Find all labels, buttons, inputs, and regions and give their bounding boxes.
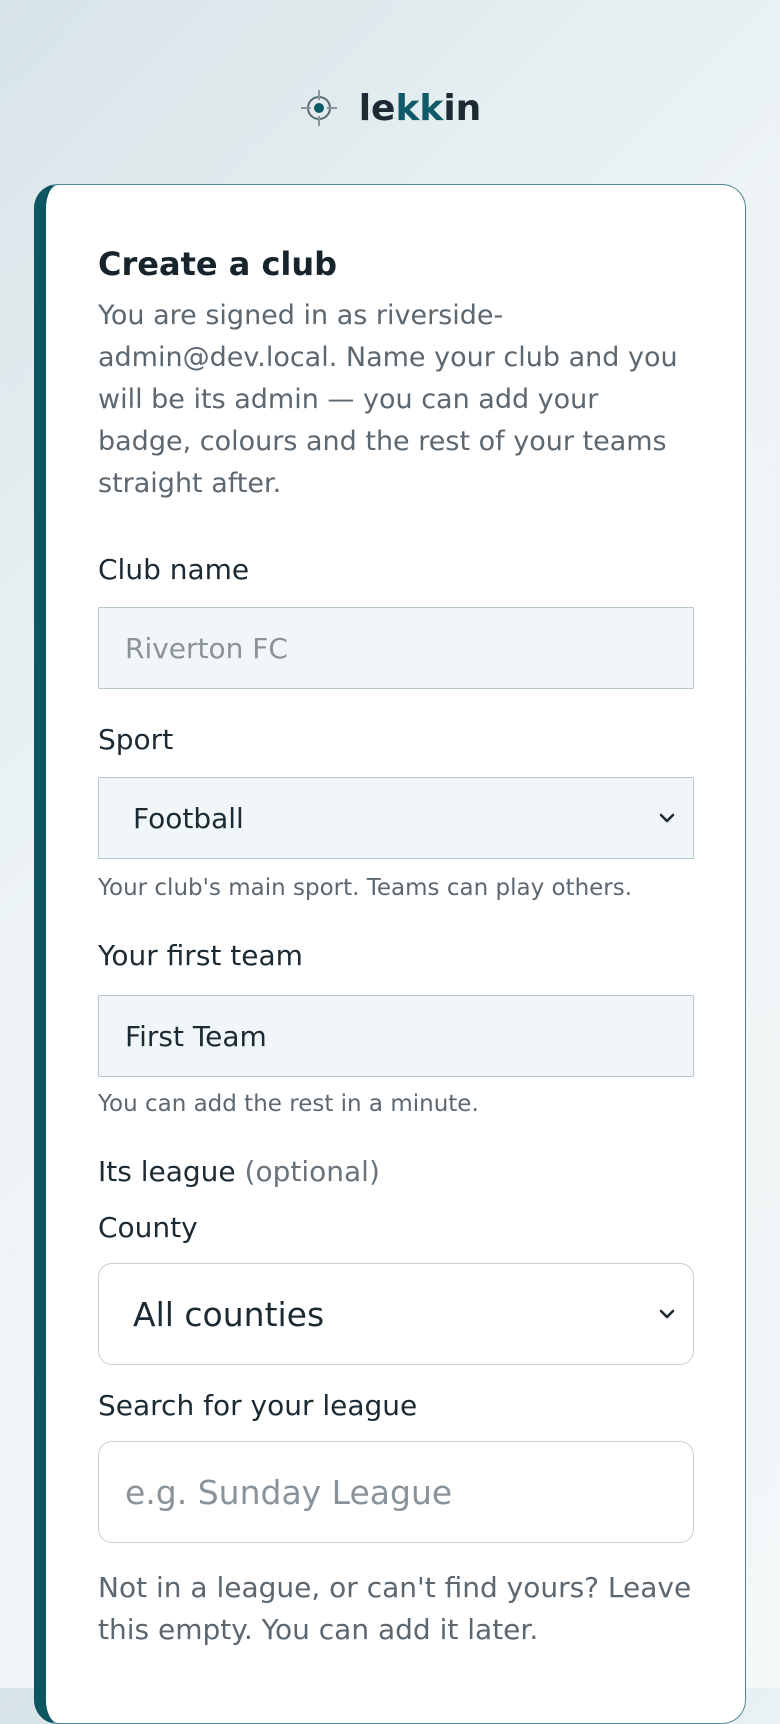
page-title: Create a club: [98, 245, 338, 283]
sport-select[interactable]: Football: [98, 777, 694, 859]
app-header: lekkin: [0, 78, 780, 138]
club-name-label: Club name: [98, 553, 250, 586]
first-team-label: Your first team: [98, 939, 303, 972]
crosshair-icon: [300, 90, 337, 126]
brand-accent: kk: [395, 87, 444, 129]
league-label-text: Its league: [98, 1155, 236, 1188]
optional-tag: (optional): [244, 1155, 380, 1188]
sport-selected-value: Football: [133, 801, 244, 835]
league-optional-note: Not in a league, or can't find yours? Le…: [98, 1571, 692, 1646]
club-name-input[interactable]: [98, 607, 694, 689]
first-team-input[interactable]: [98, 995, 694, 1077]
brand-wordmark[interactable]: lekkin: [359, 88, 482, 129]
brand-suffix: in: [443, 87, 482, 129]
league-search-input[interactable]: [98, 1441, 694, 1543]
sport-label: Sport: [98, 723, 174, 756]
chevron-down-icon: [659, 1309, 675, 1319]
sport-hint: Your club's main sport. Teams can play o…: [98, 875, 633, 901]
county-selected-value: All counties: [133, 1294, 325, 1334]
county-select[interactable]: All counties: [98, 1263, 694, 1365]
league-search-label: Search for your league: [98, 1389, 418, 1422]
chevron-down-icon: [659, 813, 675, 823]
create-club-card: Create a club You are signed in as river…: [34, 184, 746, 1724]
county-label: County: [98, 1211, 198, 1244]
intro-text: You are signed in as riverside-admin@dev…: [98, 300, 678, 499]
brand-prefix: le: [358, 87, 396, 129]
league-label: Its league (optional): [98, 1155, 380, 1188]
first-team-hint: You can add the rest in a minute.: [98, 1091, 479, 1117]
